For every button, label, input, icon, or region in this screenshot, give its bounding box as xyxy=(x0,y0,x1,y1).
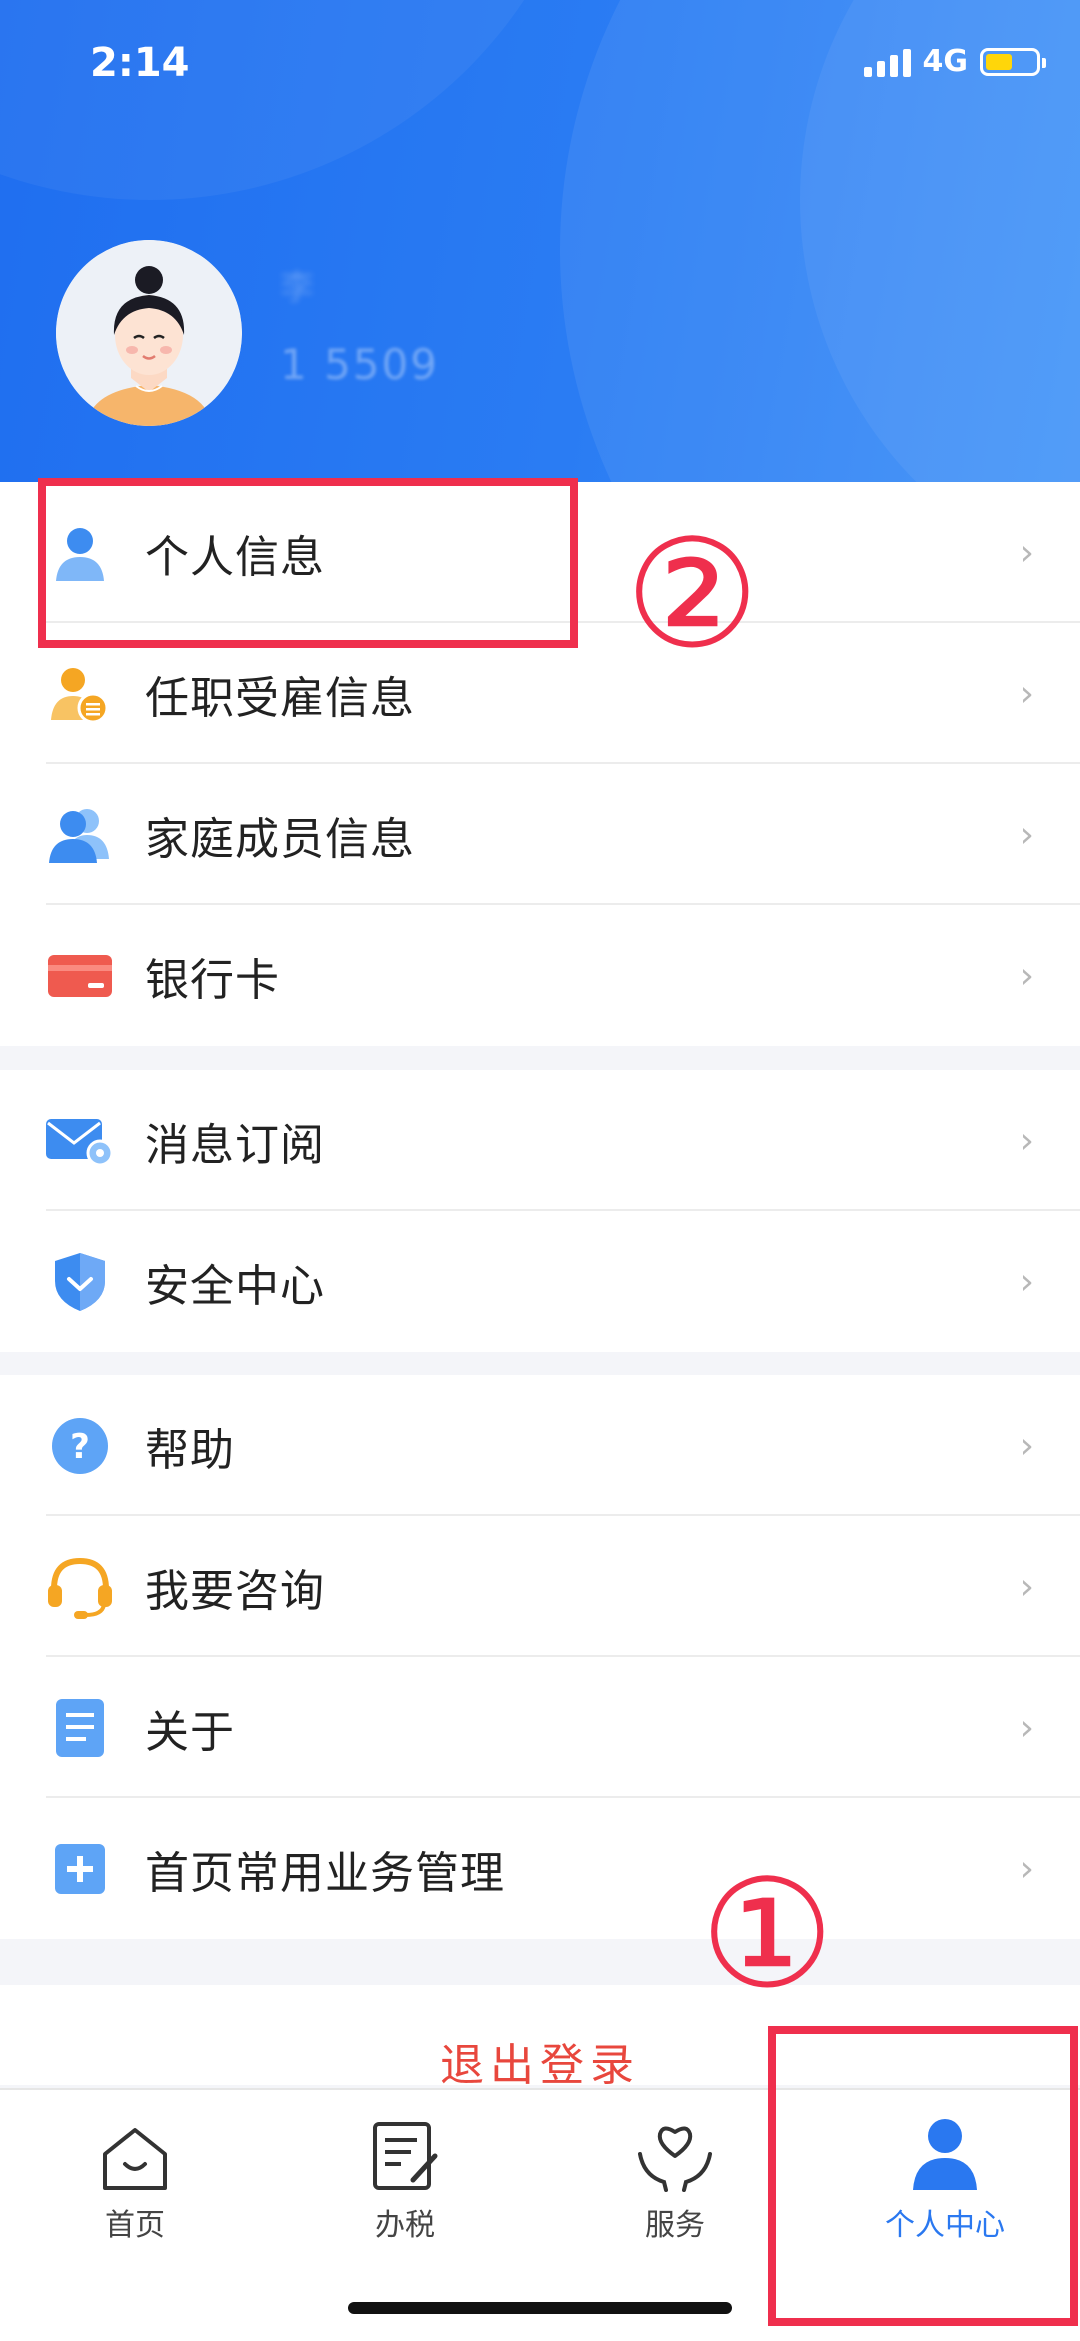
family-icon xyxy=(46,801,114,869)
tab-home[interactable]: 首页 xyxy=(0,2114,270,2244)
bank-card-icon xyxy=(46,942,114,1010)
chevron-right-icon: › xyxy=(1019,1566,1034,1607)
avatar[interactable] xyxy=(56,240,242,426)
menu-item-label: 银行卡 xyxy=(145,954,280,1006)
signal-icon xyxy=(863,47,911,77)
svg-text:?: ? xyxy=(70,1427,90,1467)
tax-form-icon xyxy=(270,2114,540,2192)
chevron-right-icon: › xyxy=(1019,1261,1034,1302)
menu-item-label: 消息订阅 xyxy=(145,1119,325,1171)
help-icon: ? xyxy=(46,1412,114,1480)
chevron-right-icon: › xyxy=(1019,532,1034,573)
menu-item-label: 家庭成员信息 xyxy=(145,813,415,865)
menu-item-label: 帮助 xyxy=(145,1424,235,1476)
menu-item-help[interactable]: ? 帮助 › xyxy=(0,1375,1080,1516)
headset-icon xyxy=(46,1553,114,1621)
chevron-right-icon: › xyxy=(1019,814,1034,855)
chevron-right-icon: › xyxy=(1019,955,1034,996)
menu-item-homepage-business-management[interactable]: 首页常用业务管理 › xyxy=(0,1798,1080,1939)
tab-label: 首页 xyxy=(105,2208,165,2243)
annotation-box-profile-tab xyxy=(768,2026,1078,2326)
chevron-right-icon: › xyxy=(1019,1120,1034,1161)
chevron-right-icon: › xyxy=(1019,1707,1034,1748)
status-time: 2:14 xyxy=(90,40,190,86)
tab-label: 办税 xyxy=(375,2208,435,2243)
menu-item-label: 我要咨询 xyxy=(145,1565,325,1617)
annotation-box-personal-info xyxy=(38,478,578,648)
home-icon xyxy=(0,2114,270,2192)
network-type: 4G xyxy=(922,44,969,79)
chevron-right-icon: › xyxy=(1019,1848,1034,1889)
username: 李 xyxy=(280,268,314,308)
menu-item-bank-card[interactable]: 银行卡 › xyxy=(0,905,1080,1046)
employment-icon xyxy=(46,660,114,728)
menu-item-consult[interactable]: 我要咨询 › xyxy=(0,1516,1080,1657)
plus-square-icon xyxy=(46,1835,114,1903)
status-indicators: 4G xyxy=(863,44,1046,79)
menu-item-family-info[interactable]: 家庭成员信息 › xyxy=(0,764,1080,905)
menu-item-label: 安全中心 xyxy=(145,1260,325,1312)
tab-tax[interactable]: 办税 xyxy=(270,2114,540,2244)
phone-number: 1 5509 xyxy=(280,340,439,389)
menu-item-label: 关于 xyxy=(145,1706,235,1758)
home-indicator xyxy=(348,2302,732,2314)
menu-group-support: ? 帮助 › 我要咨询 › 关于 › 首页常用业务管理 › xyxy=(0,1375,1080,1939)
annotation-number-two: ② xyxy=(625,508,760,682)
shield-icon xyxy=(46,1248,114,1316)
menu-item-security-center[interactable]: 安全中心 › xyxy=(0,1211,1080,1352)
chevron-right-icon: › xyxy=(1019,673,1034,714)
chevron-right-icon: › xyxy=(1019,1425,1034,1466)
annotation-number-one: ① xyxy=(700,1848,835,2022)
document-icon xyxy=(46,1694,114,1762)
menu-item-about[interactable]: 关于 › xyxy=(0,1657,1080,1798)
menu-item-label: 任职受雇信息 xyxy=(145,672,415,724)
battery-icon xyxy=(980,47,1046,76)
mail-settings-icon xyxy=(46,1107,114,1175)
menu-group-settings: 消息订阅 › 安全中心 › xyxy=(0,1070,1080,1352)
menu-item-label: 首页常用业务管理 xyxy=(145,1847,505,1899)
menu-item-message-subscription[interactable]: 消息订阅 › xyxy=(0,1070,1080,1211)
